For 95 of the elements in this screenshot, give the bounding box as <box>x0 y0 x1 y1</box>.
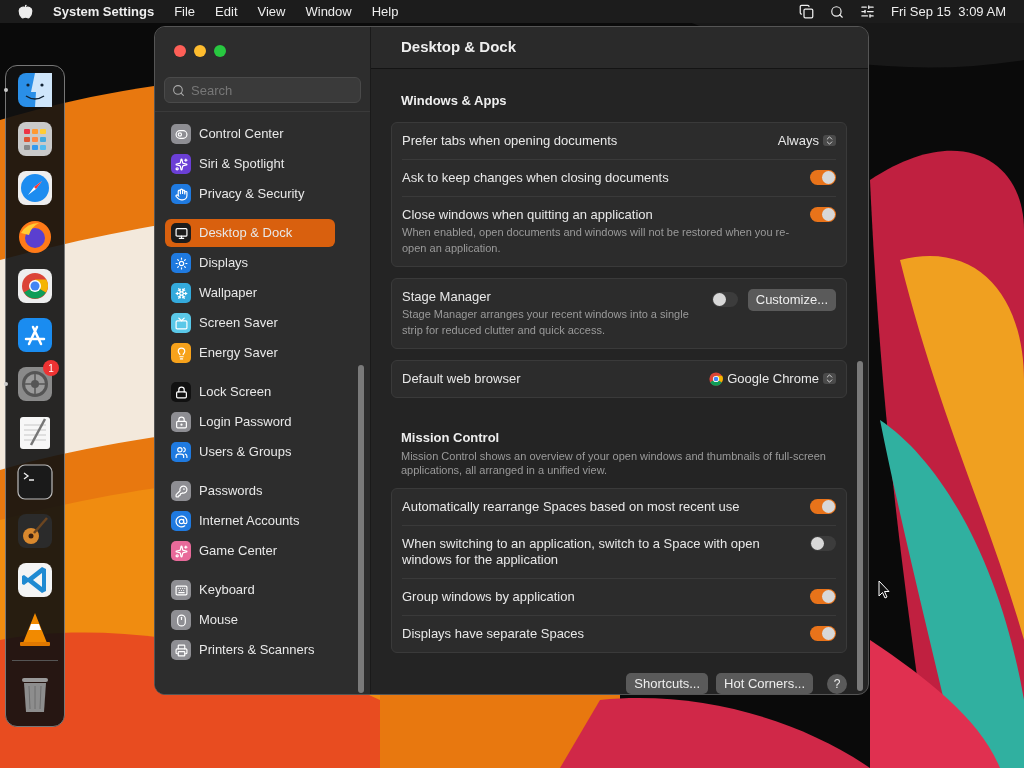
stepper-icon <box>823 135 836 146</box>
search-icon[interactable] <box>830 4 845 19</box>
sidebar-item[interactable]: Game Center <box>165 537 335 565</box>
apple-icon[interactable] <box>18 4 33 19</box>
monitor-icon <box>171 223 191 243</box>
search-field[interactable]: Search <box>164 77 361 103</box>
sidebar-item[interactable]: Passwords <box>165 477 335 505</box>
sparkle-icon <box>171 154 191 174</box>
setting-description: Stage Manager arranges your recent windows into a single strip for reduced clutter and quick access. <box>402 306 690 338</box>
setting-description: When enabled, open documents and windows will not be restored when you re-open an application. <box>402 224 791 256</box>
screen-icon <box>171 313 191 333</box>
toggle-switch[interactable] <box>810 536 836 551</box>
help-button[interactable]: ? <box>827 673 847 694</box>
toggle-switch[interactable] <box>810 626 836 641</box>
chrome-icon <box>709 371 724 386</box>
section-heading: Mission Control <box>400 428 501 447</box>
toggle-switch[interactable] <box>810 169 836 185</box>
sidebar-item[interactable]: Energy Saver <box>165 339 335 367</box>
sidebar-item[interactable]: Mouse <box>165 606 335 634</box>
setting-label: Close windows when quitting an application <box>402 206 654 223</box>
notepad-icon[interactable] <box>17 415 53 451</box>
sidebar-item[interactable]: Internet Accounts <box>165 507 335 535</box>
keyboard-icon <box>171 580 191 600</box>
mouse-icon <box>171 610 191 630</box>
toggle-switch[interactable] <box>711 292 738 307</box>
code-editor-icon[interactable] <box>17 562 53 598</box>
app-menu[interactable]: System Settings <box>53 1 155 22</box>
setting-label: Group windows by application <box>402 589 576 605</box>
key-icon <box>171 481 191 501</box>
lock-icon <box>171 412 191 432</box>
setting-label: Displays have separate Spaces <box>402 626 586 642</box>
close-button[interactable] <box>174 45 186 57</box>
sidebar-item[interactable]: Keyboard <box>165 576 335 604</box>
sidebar-item[interactable]: Siri & Spotlight <box>165 150 335 178</box>
compass-icon[interactable] <box>17 170 53 206</box>
at-sign-icon <box>171 511 191 531</box>
gear-icon[interactable] <box>17 366 53 402</box>
sidebar-item[interactable]: Privacy & Security <box>165 180 335 208</box>
traffic-cone-icon[interactable] <box>17 611 53 647</box>
setting-label: Stage Manager <box>402 288 492 305</box>
setting-label: Automatically rearrange Spaces based on most recent use <box>402 499 741 515</box>
notification-badge: 1 <box>43 360 59 376</box>
toggle-icon <box>171 124 191 144</box>
scrollbar[interactable] <box>358 365 364 693</box>
footer-button[interactable]: Hot Corners... <box>716 673 813 694</box>
section-description: Mission Control shows an overview of your open windows and thumbnails of full-screen applications, all arranged in a unified view. <box>400 449 827 477</box>
setting-label: When switching to an application, switch to a Space with open windows for the application <box>402 536 761 568</box>
sidebar-item[interactable]: Screen Saver <box>165 309 335 337</box>
menu-item[interactable]: Edit <box>215 1 238 22</box>
lock-icon <box>171 382 191 402</box>
setting-label: Prefer tabs when opening documents <box>402 131 618 150</box>
lightbulb-icon <box>171 343 191 363</box>
setting-label: Ask to keep changes when closing documents <box>402 169 670 186</box>
app-store-icon[interactable] <box>17 317 53 353</box>
mouse-pointer-icon <box>878 580 890 599</box>
app-grid-icon[interactable] <box>17 121 53 157</box>
fox-globe-icon[interactable] <box>17 219 53 255</box>
snowflake-icon <box>171 283 191 303</box>
sidebar-item[interactable]: Printers & Scanners <box>165 636 335 664</box>
menu-item[interactable]: Window <box>305 1 352 22</box>
hand-icon <box>171 184 191 204</box>
control-center-icon[interactable] <box>860 4 876 19</box>
setting-label: Default web browser <box>402 369 521 388</box>
clock[interactable]: Fri Sep 15 3:09 AM <box>891 1 1006 22</box>
popup-menu[interactable]: Google Chrome <box>709 368 836 389</box>
section-heading: Windows & Apps <box>400 92 508 110</box>
sidebar-item[interactable]: Displays <box>165 249 335 277</box>
windows-icon[interactable] <box>799 4 815 19</box>
menu-item[interactable]: File <box>174 1 196 22</box>
menu-item[interactable]: Help <box>371 1 399 22</box>
menu-item[interactable]: View <box>257 1 286 22</box>
toggle-switch[interactable] <box>810 589 836 604</box>
search-icon <box>172 84 185 97</box>
sidebar-item[interactable]: Wallpaper <box>165 279 335 307</box>
toggle-switch[interactable] <box>810 206 836 222</box>
sidebar-item[interactable]: Control Center <box>165 120 335 148</box>
customize-button[interactable]: Customize... <box>747 288 836 311</box>
terminal-icon[interactable] <box>17 464 53 500</box>
toggle-switch[interactable] <box>810 499 836 514</box>
footer-button[interactable]: Shortcuts... <box>626 673 709 694</box>
sun-icon <box>171 253 191 273</box>
chrome-icon[interactable] <box>17 268 53 304</box>
sidebar-item[interactable]: Users & Groups <box>165 438 335 466</box>
printer-icon <box>171 640 191 660</box>
window-title: Desktop & Dock <box>401 37 517 58</box>
stepper-icon <box>823 373 836 384</box>
scrollbar[interactable] <box>857 361 863 691</box>
popup-menu[interactable]: Always <box>777 130 836 151</box>
sidebar-item[interactable]: Login Password <box>165 408 335 436</box>
zoom-button[interactable] <box>214 45 226 57</box>
sidebar-item[interactable]: Lock Screen <box>165 378 335 406</box>
finder-icon[interactable] <box>17 72 53 108</box>
minimize-button[interactable] <box>194 45 206 57</box>
users-icon <box>171 442 191 462</box>
guitar-icon[interactable] <box>17 513 53 549</box>
